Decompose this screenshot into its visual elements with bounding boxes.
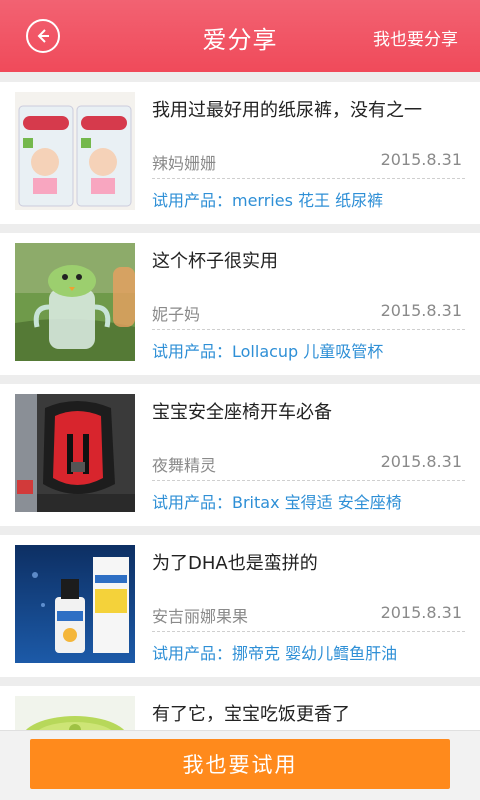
item-title: 这个杯子很实用 xyxy=(152,251,278,272)
sippy-cup-image xyxy=(15,243,135,361)
item-author: 夜舞精灵 xyxy=(152,456,217,475)
list-item[interactable]: 我用过最好用的纸尿裤，没有之一 辣妈姗姗 2015.8.31 试用产品：merr… xyxy=(0,82,480,224)
green-bowl-image xyxy=(15,696,135,730)
item-date: 2015.8.31 xyxy=(380,301,462,320)
item-product-link[interactable]: 试用产品：Lollacup 儿童吸管杯 xyxy=(152,338,383,362)
app-header: 爱分享 我也要分享 xyxy=(0,0,480,72)
car-seat-image xyxy=(15,394,135,512)
diaper-pack-image xyxy=(15,92,135,210)
list-item[interactable]: 这个杯子很实用 妮子妈 2015.8.31 试用产品：Lollacup 儿童吸管… xyxy=(0,233,480,375)
list-item[interactable]: 为了DHA也是蛮拼的 安吉丽娜果果 2015.8.31 试用产品：挪帝克 婴幼儿… xyxy=(0,535,480,677)
apply-trial-button[interactable]: 我也要试用 xyxy=(30,739,450,789)
list-item[interactable]: 宝宝安全座椅开车必备 夜舞精灵 2015.8.31 试用产品：Britax 宝得… xyxy=(0,384,480,526)
item-author: 妮子妈 xyxy=(152,305,201,324)
dha-oil-image xyxy=(15,545,135,663)
list-item[interactable]: 有了它，宝宝吃饭更香了 xyxy=(0,686,480,730)
item-title: 宝宝安全座椅开车必备 xyxy=(152,402,332,423)
item-product-link[interactable]: 试用产品：merries 花王 纸尿裤 xyxy=(152,187,383,211)
item-title: 我用过最好用的纸尿裤，没有之一 xyxy=(152,100,422,121)
item-title: 有了它，宝宝吃饭更香了 xyxy=(152,704,350,725)
item-date: 2015.8.31 xyxy=(380,150,462,169)
divider xyxy=(152,178,465,179)
divider xyxy=(152,480,465,481)
item-date: 2015.8.31 xyxy=(380,452,462,471)
share-button[interactable]: 我也要分享 xyxy=(373,25,458,50)
item-author: 辣妈姗姗 xyxy=(152,154,217,173)
item-product-link[interactable]: 试用产品：Britax 宝得适 安全座椅 xyxy=(152,489,402,513)
bottom-bar: 我也要试用 xyxy=(0,730,480,800)
item-product-link[interactable]: 试用产品：挪帝克 婴幼儿鳕鱼肝油 xyxy=(152,640,397,664)
divider xyxy=(152,329,465,330)
item-title: 为了DHA也是蛮拼的 xyxy=(152,553,318,574)
item-author: 安吉丽娜果果 xyxy=(152,607,249,626)
share-feed: 我用过最好用的纸尿裤，没有之一 辣妈姗姗 2015.8.31 试用产品：merr… xyxy=(0,72,480,730)
divider xyxy=(152,631,465,632)
item-date: 2015.8.31 xyxy=(380,603,462,622)
